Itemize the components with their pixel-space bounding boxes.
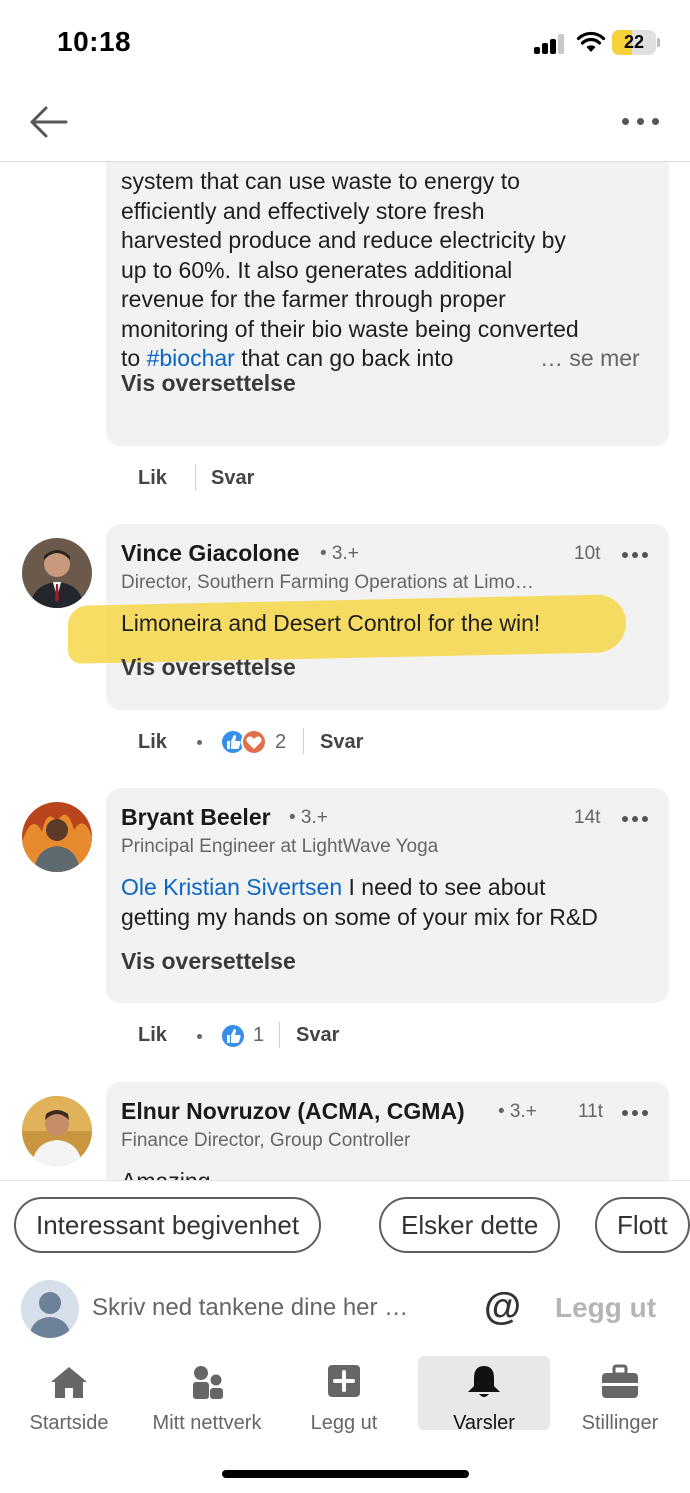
- translate-link[interactable]: Vis oversettelse: [121, 654, 296, 681]
- commenter-name[interactable]: Elnur Novruzov (ACMA, CGMA): [121, 1098, 465, 1125]
- battery-icon: 22: [612, 30, 656, 55]
- briefcase-icon: [602, 1364, 638, 1398]
- like-reaction-icon[interactable]: [219, 1022, 247, 1050]
- reply-button[interactable]: Svar: [211, 467, 254, 490]
- quick-reply-chips: Interessant begivenhet Elsker dette Flot…: [0, 1180, 690, 1270]
- comment-bubble: Elnur Novruzov (ACMA, CGMA) • 3.+ 11t Fi…: [106, 1082, 669, 1180]
- see-more-link[interactable]: … se mer: [540, 344, 640, 374]
- hashtag-link[interactable]: #biochar: [147, 345, 235, 371]
- like-button[interactable]: Lik: [138, 731, 167, 754]
- bell-icon: [468, 1366, 500, 1397]
- quick-reply-chip[interactable]: Elsker dette: [379, 1197, 561, 1253]
- commenter-name[interactable]: Bryant Beeler: [121, 804, 271, 831]
- reactions-icon[interactable]: [219, 728, 269, 756]
- post-plus-icon: [328, 1365, 360, 1397]
- tab-jobs[interactable]: Stillinger: [554, 1356, 686, 1434]
- translate-link[interactable]: Vis oversettelse: [121, 370, 296, 397]
- battery-level: 22: [623, 32, 645, 52]
- tab-my-network[interactable]: Mitt nettverk: [141, 1356, 273, 1434]
- avatar[interactable]: [22, 1096, 92, 1166]
- like-button[interactable]: Lik: [138, 1024, 167, 1047]
- cellular-signal-icon: [534, 34, 566, 54]
- commenter-headline: Director, Southern Farming Operations at…: [121, 572, 534, 593]
- avatar[interactable]: [22, 538, 92, 608]
- comment-input[interactable]: Skriv ned tankene dine her …: [92, 1294, 408, 1322]
- comment-text: Limoneira and Desert Control for the win…: [121, 610, 541, 636]
- connection-degree: • 3.+: [320, 543, 359, 564]
- comment-text: system that can use waste to energy to e…: [121, 167, 661, 374]
- comment-text: Ole Kristian Sivertsen I need to see abo…: [121, 874, 598, 930]
- comment-options-icon[interactable]: [622, 816, 648, 824]
- reaction-count[interactable]: 2: [275, 731, 286, 754]
- back-arrow-icon[interactable]: [26, 102, 72, 142]
- translate-link[interactable]: Vis oversettelse: [121, 948, 296, 975]
- reply-button[interactable]: Svar: [296, 1024, 339, 1047]
- more-options-icon[interactable]: [616, 106, 664, 136]
- connection-degree: • 3.+: [289, 807, 328, 828]
- mention-at-button[interactable]: @: [484, 1286, 521, 1329]
- user-avatar: [21, 1280, 79, 1338]
- home-icon: [51, 1367, 87, 1398]
- comments-feed[interactable]: system that can use waste to energy to e…: [0, 162, 690, 1180]
- like-button[interactable]: Lik: [138, 467, 167, 490]
- reply-button[interactable]: Svar: [320, 731, 363, 754]
- post-button[interactable]: Legg ut: [555, 1292, 656, 1324]
- tab-notifications[interactable]: Varsler: [418, 1356, 550, 1434]
- comment-text: Amazing: [121, 1167, 210, 1180]
- quick-reply-chip[interactable]: Flott: [595, 1197, 690, 1253]
- comment-options-icon[interactable]: [622, 1110, 648, 1118]
- home-indicator: [222, 1470, 469, 1478]
- status-time: 10:18: [57, 26, 132, 57]
- tab-post[interactable]: Legg ut: [278, 1356, 410, 1434]
- comment-composer: Skriv ned tankene dine her … @ Legg ut: [0, 1270, 690, 1350]
- comment-time: 14t: [574, 807, 601, 828]
- status-bar: 10:18 22: [0, 0, 690, 90]
- wifi-icon: [576, 31, 606, 52]
- nav-header: [0, 90, 690, 162]
- avatar[interactable]: [22, 802, 92, 872]
- quick-reply-chip[interactable]: Interessant begivenhet: [14, 1197, 322, 1253]
- tab-home[interactable]: Startside: [3, 1356, 135, 1434]
- commenter-headline: Finance Director, Group Controller: [121, 1130, 411, 1151]
- comment-time: 11t: [578, 1101, 604, 1122]
- network-icon: [193, 1366, 223, 1399]
- comment-time: 10t: [574, 543, 601, 564]
- connection-degree: • 3.+: [498, 1101, 537, 1122]
- reaction-count[interactable]: 1: [253, 1024, 264, 1047]
- comment-options-icon[interactable]: [622, 552, 648, 560]
- comment-bubble: Bryant Beeler • 3.+ 14t Principal Engine…: [106, 788, 669, 1003]
- commenter-name[interactable]: Vince Giacolone: [121, 540, 300, 567]
- commenter-headline: Principal Engineer at LightWave Yoga: [121, 836, 439, 857]
- comment-bubble: system that can use waste to energy to e…: [106, 162, 669, 446]
- mention-link[interactable]: Ole Kristian Sivertsen: [121, 874, 342, 900]
